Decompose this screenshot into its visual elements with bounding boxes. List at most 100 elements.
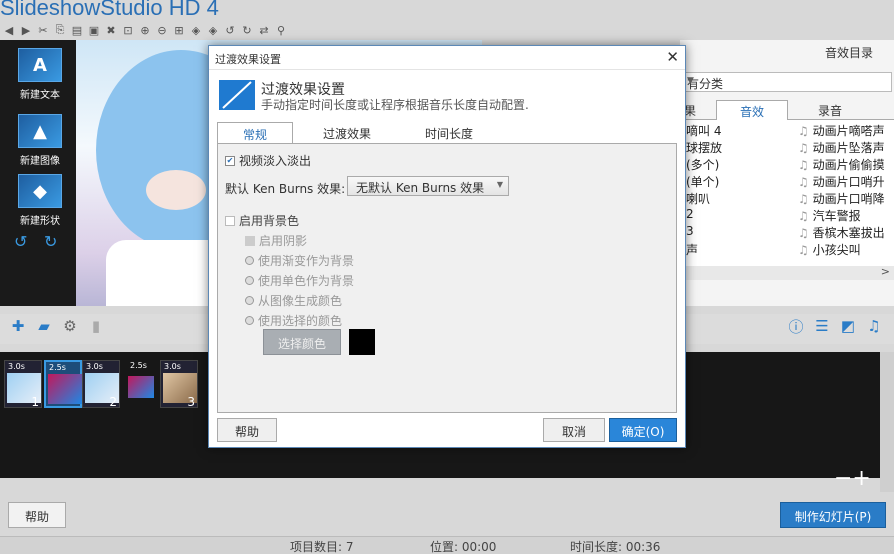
gear-icon[interactable]: ⚙ bbox=[60, 316, 80, 336]
info-icon[interactable]: ⓘ bbox=[786, 316, 806, 336]
transition-icon bbox=[219, 80, 255, 110]
list-item[interactable]: 3 bbox=[686, 224, 694, 238]
close-icon[interactable]: ✕ bbox=[666, 48, 679, 66]
radio-icon bbox=[245, 276, 254, 285]
cut-icon[interactable]: ✂ bbox=[36, 23, 50, 37]
enable-shadow-checkbox[interactable]: 启用阴影 bbox=[245, 232, 307, 249]
list-item[interactable]: 嘀叫 4 bbox=[686, 122, 721, 139]
status-position: 位置: 00:00 bbox=[430, 540, 497, 554]
music-icon[interactable]: ♫ bbox=[864, 316, 884, 336]
app-title: SlideshowStudio HD 4 bbox=[0, 0, 219, 20]
add-folder-icon[interactable]: ▰ bbox=[34, 316, 54, 336]
list-item[interactable]: ♫ 动画片坠落声 bbox=[798, 139, 885, 156]
timeline-clip[interactable]: 3.0s 3 bbox=[160, 360, 198, 409]
rotate-ccw-icon[interactable]: ↺ bbox=[14, 232, 27, 251]
list-item[interactable]: ♫ 动画片口哨降 bbox=[798, 190, 885, 207]
tag-icon[interactable]: ◈ bbox=[189, 23, 203, 37]
music-note-icon: ♫ bbox=[798, 158, 813, 172]
list-item[interactable]: ♫ 动画片嘀嗒声 bbox=[798, 122, 885, 139]
tab-recordings[interactable]: 录音 bbox=[800, 100, 860, 120]
cancel-button[interactable]: 取消 bbox=[543, 418, 605, 442]
new-image-button[interactable]: ▲ 新建图像 bbox=[8, 114, 72, 167]
copy-icon[interactable]: ⎘ bbox=[53, 23, 67, 37]
list-item[interactable]: ♫ 小孩尖叫 bbox=[798, 241, 861, 258]
timeline-zoom-control[interactable]: −+ bbox=[834, 466, 871, 491]
dialog-subheading: 手动指定时间长度或让程序根据音乐长度自动配置. bbox=[261, 98, 529, 112]
list-item[interactable]: ♫ 香槟木塞拔出 bbox=[798, 224, 885, 241]
list-item[interactable]: 2 bbox=[686, 207, 694, 221]
text-icon: A bbox=[18, 48, 62, 82]
pin-icon[interactable]: ⚲ bbox=[274, 23, 288, 37]
help-button[interactable]: 帮助 bbox=[8, 502, 66, 528]
tab-transition-effect[interactable]: 过渡效果 bbox=[307, 122, 387, 144]
music-note-icon: ♫ bbox=[798, 209, 813, 223]
dialog-help-button[interactable]: 帮助 bbox=[217, 418, 277, 442]
rotate-cw-icon[interactable]: ↻ bbox=[44, 232, 57, 251]
share-icon[interactable]: ⇄ bbox=[257, 23, 271, 37]
chevron-down-icon: ▼ bbox=[496, 180, 503, 189]
chevron-right-icon[interactable]: > bbox=[881, 265, 890, 278]
radio-from-image[interactable]: 从图像生成颜色 bbox=[245, 292, 342, 309]
list-item[interactable]: (单个) bbox=[686, 173, 719, 190]
zoom-reset-icon[interactable]: ⊞ bbox=[172, 23, 186, 37]
ken-burns-label: 默认 Ken Burns 效果: bbox=[225, 182, 346, 196]
ken-burns-select[interactable]: 无默认 Ken Burns 效果 ▼ bbox=[347, 176, 509, 196]
music-note-icon: ♫ bbox=[798, 243, 813, 257]
delete-icon[interactable]: ✖ bbox=[104, 23, 118, 37]
shape-icon: ◆ bbox=[18, 174, 62, 208]
list-item[interactable]: 喇叭 bbox=[686, 190, 710, 207]
rotate-right-icon[interactable]: ↻ bbox=[240, 23, 254, 37]
choose-color-button[interactable]: 选择颜色 bbox=[263, 329, 341, 355]
list-item[interactable]: 球摆放 bbox=[686, 139, 722, 156]
radio-gradient[interactable]: 使用渐变作为背景 bbox=[245, 252, 354, 269]
new-shape-button[interactable]: ◆ 新建形状 bbox=[8, 174, 72, 227]
list-item[interactable]: 声 bbox=[686, 241, 698, 258]
tag2-icon[interactable]: ◈ bbox=[206, 23, 220, 37]
enable-bg-checkbox[interactable]: 启用背景色 bbox=[225, 212, 299, 229]
timeline-transition[interactable]: 2.5s bbox=[122, 360, 160, 408]
music-note-icon: ♫ bbox=[798, 141, 813, 155]
add-icon[interactable]: ✚ bbox=[8, 316, 28, 336]
radio-selected-icon bbox=[245, 256, 254, 265]
paste-icon[interactable]: ▤ bbox=[70, 23, 84, 37]
radio-selected-icon bbox=[245, 296, 254, 305]
make-slideshow-button[interactable]: 制作幻灯片(P) bbox=[780, 502, 886, 528]
radio-selected-color[interactable]: 使用选择的颜色 bbox=[245, 312, 342, 329]
trash-icon[interactable]: ▮ bbox=[86, 316, 106, 336]
vertical-scrollbar[interactable] bbox=[880, 352, 894, 492]
checkbox-disabled bbox=[245, 235, 255, 246]
tab-general[interactable]: 常规 bbox=[217, 122, 293, 144]
next-icon[interactable]: ▶ bbox=[19, 23, 33, 37]
music-note-icon: ♫ bbox=[798, 124, 813, 138]
transition-icon[interactable]: ◩ bbox=[838, 316, 858, 336]
color-swatch[interactable] bbox=[349, 329, 375, 355]
sound-list: 嘀叫 4 球摆放 (多个) (单个) 喇叭 2 3 声 ♫ 动画片嘀嗒声 ♫ 动… bbox=[680, 120, 894, 268]
list-item[interactable]: (多个) bbox=[686, 156, 719, 173]
timeline-clip[interactable]: 3.0s 1 bbox=[4, 360, 42, 409]
zoom-fit-icon[interactable]: ⊡ bbox=[121, 23, 135, 37]
transition-thumbnail bbox=[48, 374, 82, 404]
trim-icon[interactable]: ▣ bbox=[87, 23, 101, 37]
zoom-in-icon[interactable]: ⊕ bbox=[138, 23, 152, 37]
tab-sound-effects[interactable]: 音效 bbox=[716, 100, 788, 120]
list-item[interactable]: ♫ 动画片口哨升 bbox=[798, 173, 885, 190]
audio-category-select[interactable]: 有分类 ▼ bbox=[680, 72, 892, 92]
radio-solid[interactable]: 使用单色作为背景 bbox=[245, 272, 354, 289]
new-text-button[interactable]: A 新建文本 bbox=[8, 48, 72, 101]
bottom-bar bbox=[0, 496, 894, 536]
horizontal-scrollbar[interactable]: > bbox=[680, 265, 894, 280]
music-note-icon: ♫ bbox=[798, 226, 813, 240]
list-item[interactable]: ♫ 动画片偷偷摸 bbox=[798, 156, 885, 173]
tab-duration[interactable]: 时间长度 bbox=[409, 122, 489, 144]
timeline-clip[interactable]: 3.0s 2 bbox=[82, 360, 120, 409]
prev-icon[interactable]: ◀ bbox=[2, 23, 16, 37]
transition-settings-dialog: 过渡效果设置 ✕ 过渡效果设置 手动指定时间长度或让程序根据音乐长度自动配置. … bbox=[208, 45, 686, 448]
list-item[interactable]: ♫ 汽车警报 bbox=[798, 207, 861, 224]
video-fade-checkbox[interactable]: ✔ 视频淡入淡出 bbox=[225, 152, 311, 169]
ok-button[interactable]: 确定(O) bbox=[609, 418, 677, 442]
zoom-out-icon[interactable]: ⊖ bbox=[155, 23, 169, 37]
align-icon[interactable]: ☰ bbox=[812, 316, 832, 336]
timeline-transition[interactable]: 2.5s bbox=[44, 360, 82, 408]
dialog-titlebar[interactable]: 过渡效果设置 ✕ bbox=[209, 46, 685, 70]
rotate-left-icon[interactable]: ↺ bbox=[223, 23, 237, 37]
